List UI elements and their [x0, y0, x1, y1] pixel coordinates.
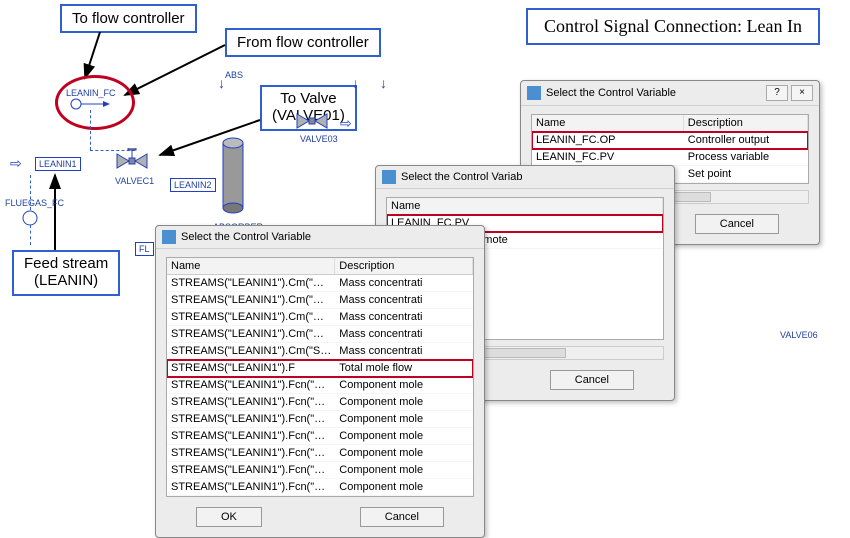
label-to-valve-line1: To Valve	[280, 90, 336, 107]
cell-name: STREAMS("LEANIN1").Fcn("H2...	[167, 445, 335, 462]
stream-source-arrow: ⇨	[10, 155, 22, 172]
label-from-flow-controller: From flow controller	[225, 28, 381, 57]
label-feed-stream-line1: Feed stream	[24, 255, 108, 272]
stream-out-arrow: ⇨	[340, 115, 352, 132]
cell-desc: Component mole	[335, 411, 473, 428]
cell-desc: Component mole	[335, 462, 473, 479]
list-row[interactable]: STREAMS("LEANIN1").Cm("OH-")Mass concent…	[167, 326, 473, 343]
dialog1-list[interactable]: Name Description STREAMS("LEANIN1").Cm("…	[166, 257, 474, 497]
col-desc-header[interactable]: Description	[684, 115, 808, 131]
list-row[interactable]: STREAMS("LEANIN1").Fcn("H3...Component m…	[167, 479, 473, 496]
signal-line	[30, 175, 31, 210]
dialog3-list-header: Name Description	[532, 115, 808, 132]
col-name-header[interactable]: Name	[532, 115, 684, 131]
list-row[interactable]: LEANIN_FC.PVProcess variable	[532, 149, 808, 166]
col-desc-header[interactable]: Description	[335, 258, 473, 274]
valve-valvec1-label: VALVEC1	[115, 176, 154, 186]
dialog1-title-text: Select the Control Variable	[181, 231, 478, 243]
abs-prefix-label: ABS	[225, 70, 243, 80]
list-row[interactable]: STREAMS("LEANIN1").Cm("MEA...Mass concen…	[167, 275, 473, 292]
valve06-label: VALVE06	[780, 330, 818, 340]
dialog1-titlebar[interactable]: Select the Control Variable	[156, 226, 484, 249]
absorber-icon[interactable]	[218, 135, 248, 220]
label-feed-stream-line2: (LEANIN)	[34, 272, 98, 289]
cell-desc: Mass concentrati	[335, 292, 473, 309]
ok-button[interactable]: OK	[196, 507, 262, 527]
list-row[interactable]: STREAMS("LEANIN1").FTotal mole flow	[167, 360, 473, 377]
label-to-flow-controller: To flow controller	[60, 4, 197, 33]
list-row[interactable]: STREAMS("LEANIN1").Cm("O2")Mass concentr…	[167, 309, 473, 326]
cell-desc: Set point	[684, 166, 808, 183]
list-row[interactable]: STREAMS("LEANIN1").Cm("N2")Mass concentr…	[167, 292, 473, 309]
flow-arrow-down: ↓	[218, 75, 225, 91]
list-row[interactable]: LEANIN_FC.OPController output	[532, 132, 808, 149]
controller-node-icon[interactable]	[68, 96, 118, 112]
dialog3-titlebar[interactable]: Select the Control Variable ? ×	[521, 81, 819, 106]
help-button[interactable]: ?	[766, 85, 788, 101]
list-row[interactable]: STREAMS("LEANIN1").Fcn("H2S")Component m…	[167, 462, 473, 479]
fl-stream-label[interactable]: FL	[135, 242, 154, 256]
cell-name: LEANIN_FC.OP	[532, 132, 684, 149]
cell-name: STREAMS("LEANIN1").Fcn("CO...	[167, 377, 335, 394]
cell-name: STREAMS("LEANIN1").Cm("MEA...	[167, 275, 335, 292]
cell-desc: Component mole	[335, 394, 473, 411]
cell-desc: Component mole	[335, 428, 473, 445]
list-row[interactable]: STREAMS("LEANIN1").Fcn("CO...Component m…	[167, 411, 473, 428]
dialog1-list-header: Name Description	[167, 258, 473, 275]
cell-desc: Component mole	[335, 445, 473, 462]
cell-name: STREAMS("LEANIN1").Fcn("CO2")	[167, 394, 335, 411]
cell-name: STREAMS("LEANIN1").Fcn("H2S")	[167, 462, 335, 479]
flow-arrow-down: ↓	[352, 75, 359, 91]
list-row[interactable]: STREAMS("LEANIN1").Cm("S-2")Mass concent…	[167, 343, 473, 360]
dialog3-title-text: Select the Control Variable	[546, 87, 763, 99]
dialog2-list-header: Name	[387, 198, 663, 215]
valve03-label: VALVE03	[300, 134, 338, 144]
cell-desc: Component mole	[335, 479, 473, 496]
cell-desc: Process variable	[684, 149, 808, 166]
stream-leanin1[interactable]: LEANIN1	[35, 157, 81, 171]
cell-name: STREAMS("LEANIN1").Cm("S-2")	[167, 343, 335, 360]
cell-name: STREAMS("LEANIN1").Cm("OH-")	[167, 326, 335, 343]
cell-desc: Mass concentrati	[335, 275, 473, 292]
dialog-app-icon	[382, 170, 396, 184]
valve03-icon[interactable]	[295, 110, 329, 132]
valve-valvec1-icon[interactable]	[115, 148, 149, 174]
list-row[interactable]: STREAMS("LEANIN1").Fcn("CO2")Component m…	[167, 394, 473, 411]
cell-desc: Mass concentrati	[335, 326, 473, 343]
signal-line	[90, 110, 91, 150]
signal-line	[30, 225, 31, 245]
cell-desc: Total mole flow	[335, 360, 473, 377]
cell-desc: Controller output	[684, 132, 808, 149]
cancel-button[interactable]: Cancel	[550, 370, 634, 390]
fluegas-fc-label: FLUEGAS_FC	[5, 198, 64, 208]
close-button[interactable]: ×	[791, 85, 813, 101]
page-title: Control Signal Connection: Lean In	[526, 8, 820, 45]
cell-name: STREAMS("LEANIN1").Fcn("CO...	[167, 411, 335, 428]
cell-name: LEANIN_FC.PV	[532, 149, 684, 166]
label-feed-stream: Feed stream (LEANIN)	[12, 250, 120, 296]
cell-name: STREAMS("LEANIN1").Cm("N2")	[167, 292, 335, 309]
dialog2-title-text: Select the Control Variab	[401, 171, 668, 183]
cell-desc: Mass concentrati	[335, 309, 473, 326]
stream-leanin2[interactable]: LEANIN2	[170, 178, 216, 192]
col-name-header[interactable]: Name	[387, 198, 663, 214]
cell-name: STREAMS("LEANIN1").Cm("O2")	[167, 309, 335, 326]
dialog-app-icon	[527, 86, 541, 100]
cell-name: STREAMS("LEANIN1").Fcn("H3...	[167, 479, 335, 496]
list-row[interactable]: STREAMS("LEANIN1").Fcn("H2...Component m…	[167, 445, 473, 462]
cancel-button[interactable]: Cancel	[360, 507, 444, 527]
cancel-button[interactable]: Cancel	[695, 214, 779, 234]
dialog2-titlebar[interactable]: Select the Control Variab	[376, 166, 674, 189]
cell-name: STREAMS("LEANIN1").F	[167, 360, 335, 377]
flow-arrow-down: ↓	[380, 75, 387, 91]
cell-name: STREAMS("LEANIN1").Fcn("H2")	[167, 428, 335, 445]
cell-desc: Mass concentrati	[335, 343, 473, 360]
dialog-select-control-variable-1[interactable]: Select the Control Variable Name Descrip…	[155, 225, 485, 538]
col-name-header[interactable]: Name	[167, 258, 335, 274]
list-row[interactable]: STREAMS("LEANIN1").Fcn("H2")Component mo…	[167, 428, 473, 445]
list-row[interactable]: STREAMS("LEANIN1").Fcn("CO...Component m…	[167, 377, 473, 394]
cell-desc: Component mole	[335, 377, 473, 394]
dialog-app-icon	[162, 230, 176, 244]
